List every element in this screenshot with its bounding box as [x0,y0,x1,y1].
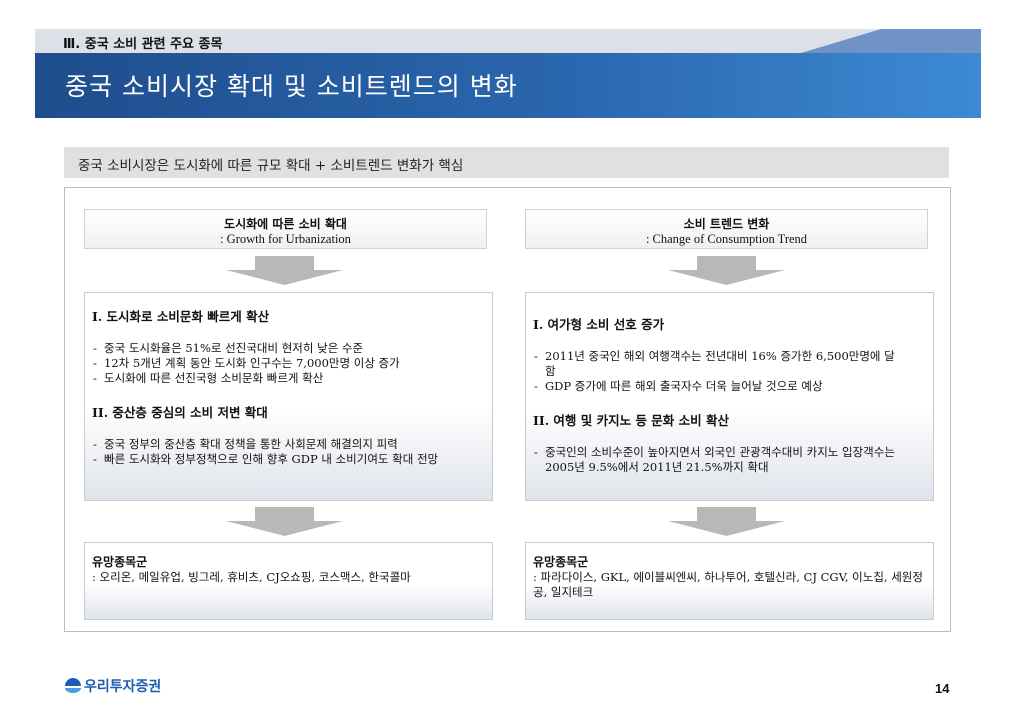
logo-text: 우리투자증권 [84,679,162,695]
down-arrow-icon [668,256,785,285]
left-stocks-content: 유망종목군 : 오리온, 메일유업, 빙그레, 휴비츠, CJ오쇼핑, 코스맥스… [92,555,484,585]
right-header-title: 소비 트렌드 변화 [683,217,770,231]
left-stocks-text: : 오리온, 메일유업, 빙그레, 휴비츠, CJ오쇼핑, 코스맥스, 한국콜마 [92,570,411,584]
list-item: 중국인의 소비수준이 높아지면서 외국인 관광객수대비 카지노 입장객수는 20… [533,445,923,475]
list-item: 중국 정부의 중산층 확대 정책을 통한 사회문제 해결의지 피력 [92,437,482,452]
title-bar: 중국 소비시장 확대 및 소비트렌드의 변화 [35,53,981,118]
company-logo: 우리투자증권 [64,676,161,696]
right-section2-heading: II. 여행 및 카지노 등 문화 소비 확산 [533,413,730,428]
page-number: 14 [935,681,950,696]
list-item: 중국 도시화율은 51%로 선진국대비 현저히 낮은 수준 [92,341,482,356]
section-label: Ⅲ. 중국 소비 관련 주요 종목 [63,37,223,52]
left-header-subtitle: : Growth for Urbanization [220,232,351,246]
down-arrow-icon [668,507,785,536]
right-stocks-text: : 파라다이스, GKL, 에이블씨엔씨, 하나투어, 호텔신라, CJ CGV… [533,570,923,599]
list-item: 2011년 중국인 해외 여행객수는 전년대비 16% 증가한 6,500만명에… [533,349,903,379]
right-section1-heading: I. 여가형 소비 선호 증가 [533,317,665,332]
left-stocks-box: 유망종목군 : 오리온, 메일유업, 빙그레, 휴비츠, CJ오쇼핑, 코스맥스… [84,542,493,620]
right-stocks-content: 유망종목군 : 파라다이스, GKL, 에이블씨엔씨, 하나투어, 호텔신라, … [533,555,925,600]
section-bar-accent [801,29,981,53]
right-column-header: 소비 트렌드 변화 : Change of Consumption Trend [525,209,928,249]
left-section1-list: 중국 도시화율은 51%로 선진국대비 현저히 낮은 수준 12차 5개년 계획… [92,341,482,386]
left-column-header: 도시화에 따른 소비 확대 : Growth for Urbanization [84,209,487,249]
section-bar: Ⅲ. 중국 소비 관련 주요 종목 [35,29,981,53]
summary-bar: 중국 소비시장은 도시화에 따른 규모 확대 + 소비트렌드 변화가 핵심 [64,147,949,178]
right-stocks-title: 유망종목군 [533,555,589,569]
left-section2-list: 중국 정부의 중산층 확대 정책을 통한 사회문제 해결의지 피력 빠른 도시화… [92,437,482,467]
page-title: 중국 소비시장 확대 및 소비트렌드의 변화 [65,72,518,101]
logo-icon [65,678,81,693]
right-header-subtitle: : Change of Consumption Trend [645,232,808,246]
right-detail-box: I. 여가형 소비 선호 증가 2011년 중국인 해외 여행객수는 전년대비 … [525,292,934,501]
left-detail-box: I. 도시화로 소비문화 빠르게 확산 중국 도시화율은 51%로 선진국대비 … [84,292,493,501]
list-item: GDP 증가에 따른 해외 출국자수 더욱 늘어날 것으로 예상 [533,379,903,394]
left-header-title: 도시화에 따른 소비 확대 [224,217,347,231]
right-section2-list: 중국인의 소비수준이 높아지면서 외국인 관광객수대비 카지노 입장객수는 20… [533,445,923,475]
list-item: 빠른 도시화와 정부정책으로 인해 향후 GDP 내 소비기여도 확대 전망 [92,452,482,467]
list-item: 도시화에 따른 선진국형 소비문화 빠르게 확산 [92,371,482,386]
down-arrow-icon [226,256,343,285]
summary-text: 중국 소비시장은 도시화에 따른 규모 확대 + 소비트렌드 변화가 핵심 [78,158,464,174]
right-section1-list: 2011년 중국인 해외 여행객수는 전년대비 16% 증가한 6,500만명에… [533,349,903,394]
left-section2-heading: II. 중산층 중심의 소비 저변 확대 [92,405,268,420]
down-arrow-icon [226,507,343,536]
left-section1-heading: I. 도시화로 소비문화 빠르게 확산 [92,309,270,324]
left-stocks-title: 유망종목군 [92,555,148,569]
right-stocks-box: 유망종목군 : 파라다이스, GKL, 에이블씨엔씨, 하나투어, 호텔신라, … [525,542,934,620]
list-item: 12차 5개년 계획 동안 도시화 인구수는 7,000만명 이상 증가 [92,356,482,371]
